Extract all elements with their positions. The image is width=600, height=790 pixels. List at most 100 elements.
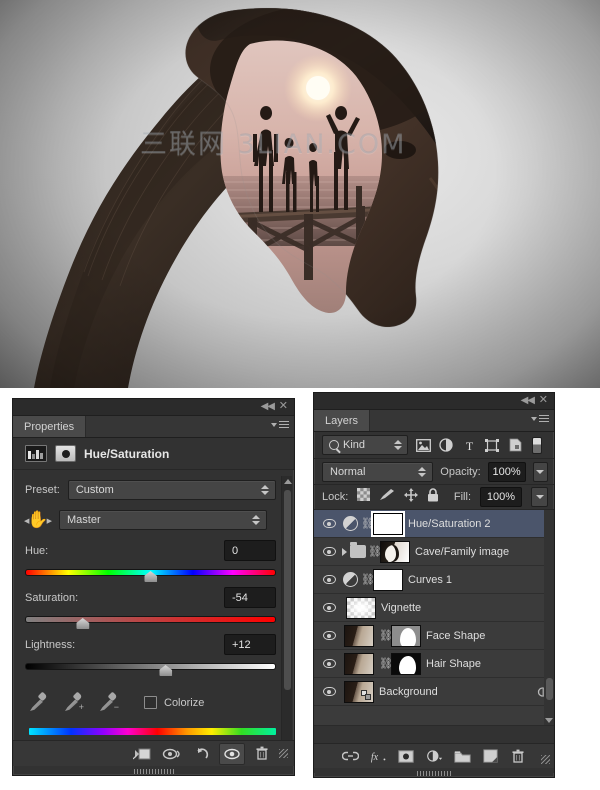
eyedropper-add-icon[interactable]: + [64,691,84,712]
eyedropper-subtract-icon[interactable]: − [99,691,119,712]
mask-link-icon[interactable]: ⛓ [368,545,382,558]
layers-tabrow: Layers [314,410,554,432]
hue-slider[interactable] [25,567,276,583]
preset-select[interactable]: Custom [67,480,276,500]
layer-thumbnail[interactable] [344,624,374,647]
hue-range-bar-source [29,728,276,735]
fill-dropdown-icon[interactable] [531,487,548,507]
layer-thumbnail[interactable] [344,680,374,703]
layer-mask-thumbnail[interactable] [371,510,405,537]
collapse-icon[interactable]: ◀◀ [261,402,275,412]
layer-name: Background [379,685,438,698]
layers-resize-grip[interactable] [541,755,550,764]
scrollbar-thumb[interactable] [284,490,291,690]
adjustment-histogram-icon[interactable] [25,445,47,462]
layer-visibility-icon[interactable] [318,631,340,640]
layer-mask-thumbnail[interactable] [391,624,421,647]
opacity-input[interactable]: 100% [487,461,526,482]
mask-link-icon[interactable]: ⛓ [379,629,393,642]
layer-mask-thumbnail[interactable] [373,568,403,591]
panel-menu-icon[interactable] [531,415,549,422]
lock-position-icon[interactable] [404,487,419,507]
colorize-checkbox-box[interactable] [144,696,157,709]
layer-row-background[interactable]: Background [314,678,554,706]
panel-menu-icon[interactable] [271,421,289,428]
layer-style-button[interactable]: fx [370,747,387,765]
saturation-value-input[interactable]: -54 [224,587,276,608]
close-icon[interactable]: ✕ [539,395,548,406]
properties-resize-grip[interactable] [279,749,288,758]
saturation-slider[interactable] [25,614,276,630]
new-group-button[interactable] [453,747,471,765]
filter-kind-select[interactable]: Kind [322,435,408,455]
toggle-visibility-button[interactable] [219,742,245,765]
tab-properties[interactable]: Properties [13,416,87,437]
layer-mask-icon[interactable] [55,445,76,462]
layer-row-hue-saturation-2[interactable]: ⛓ Hue/Saturation 2 [314,510,554,538]
mask-link-icon[interactable]: ⛓ [361,517,375,530]
lightness-slider[interactable] [25,661,276,677]
new-layer-button[interactable] [482,747,499,765]
properties-drag-grip[interactable] [133,769,174,774]
adjustment-layer-filter-icon[interactable] [438,437,454,453]
eyedropper-icon[interactable] [29,691,48,712]
layer-row-face-shape[interactable]: ⛓ Face Shape [314,622,554,650]
layer-visibility-icon[interactable] [318,547,340,556]
fill-input[interactable]: 100% [480,487,522,507]
add-layer-mask-button[interactable] [398,747,415,765]
clip-to-layer-button[interactable] [129,743,155,765]
delete-layer-button[interactable] [510,747,527,765]
blend-mode-select[interactable]: Normal [322,461,434,482]
lock-transparent-pixels-icon[interactable] [357,488,371,506]
hue-label: Hue: [25,544,49,557]
link-layers-button[interactable] [341,747,359,765]
properties-scrollbar[interactable] [281,476,292,764]
layer-visibility-icon[interactable] [318,519,340,528]
group-mask-thumbnail[interactable] [380,540,410,563]
colorize-checkbox[interactable]: Colorize [144,696,204,709]
lock-all-icon[interactable] [427,487,439,507]
mask-link-icon[interactable]: ⛓ [379,657,393,670]
layer-visibility-icon[interactable] [318,659,340,668]
lock-label: Lock: [322,491,349,503]
hue-value-input[interactable]: 0 [224,540,276,561]
layer-thumbnail[interactable] [344,652,374,675]
lightness-label: Lightness: [25,638,76,651]
layers-scrollbar-thumb[interactable] [546,678,553,700]
scroll-up-icon[interactable] [282,476,293,487]
group-expand-icon[interactable] [342,547,347,556]
layer-thumbnail[interactable] [346,596,376,619]
layers-scroll-down-icon[interactable] [545,718,553,723]
new-adjustment-layer-button[interactable] [426,747,443,765]
opacity-dropdown-icon[interactable] [532,461,548,482]
mask-link-icon[interactable]: ⛓ [361,573,375,586]
layer-row-vignette[interactable]: Vignette [314,594,554,622]
reset-button[interactable] [189,743,215,765]
svg-text:fx: fx [370,752,378,763]
filter-enable-toggle[interactable] [532,436,542,454]
type-layer-filter-icon[interactable]: T [461,437,477,453]
delete-button[interactable] [249,743,275,765]
layers-drag-grip[interactable] [417,771,451,776]
shape-layer-filter-icon[interactable] [484,437,500,453]
layer-row-cave-family-image[interactable]: ⛓ Cave/Family image [314,538,554,566]
pixel-layer-filter-icon[interactable] [415,437,431,453]
view-previous-state-button[interactable] [159,743,185,765]
layer-visibility-icon[interactable] [318,687,340,696]
layer-visibility-icon[interactable] [318,575,340,584]
layers-scrollbar[interactable] [544,510,554,725]
layer-row-curves-1[interactable]: ⛓ Curves 1 [314,566,554,594]
layer-visibility-icon[interactable] [318,603,340,612]
layer-row-hair-shape[interactable]: ⛓ Hair Shape [314,650,554,678]
channel-select[interactable]: Master [59,510,267,530]
tab-layers[interactable]: Layers [314,410,371,431]
smart-object-filter-icon[interactable] [507,437,523,453]
layer-mask-thumbnail[interactable] [391,652,421,675]
channel-value: Master [67,514,101,526]
close-icon[interactable]: ✕ [279,401,288,412]
on-image-adjust-hand-icon[interactable]: ◀ ✋ ▶ [24,509,52,531]
adjustment-title: Hue/Saturation [84,446,170,461]
lock-image-pixels-icon[interactable] [379,488,395,506]
collapse-icon[interactable]: ◀◀ [521,396,535,406]
lightness-value-input[interactable]: +12 [224,634,276,655]
